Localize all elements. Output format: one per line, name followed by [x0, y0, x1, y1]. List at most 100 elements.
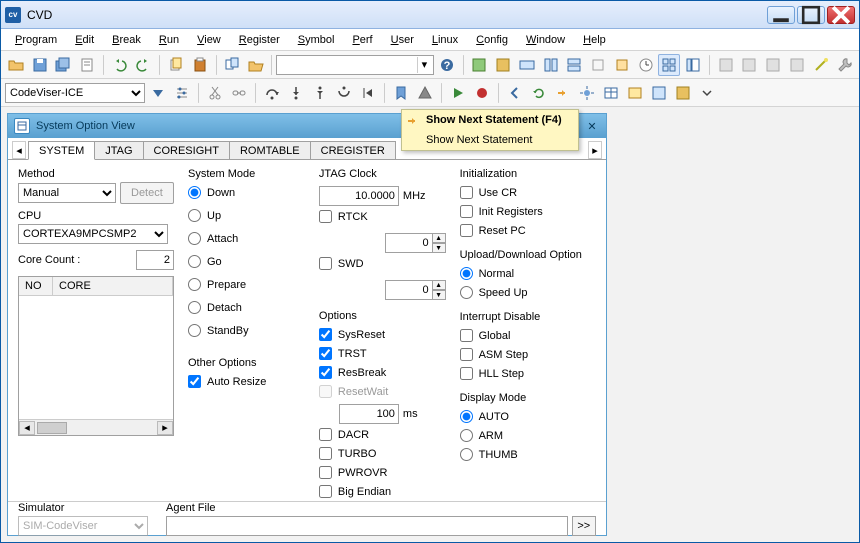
panel-close-icon[interactable]: ✕ — [584, 118, 600, 134]
wrench-icon[interactable] — [833, 54, 855, 76]
bigendian-check[interactable]: Big Endian — [319, 485, 446, 498]
sysmode-detach-radio[interactable]: Detach — [188, 301, 305, 314]
cpu-select[interactable]: CORTEXA9MPCSMP2 — [18, 224, 168, 244]
sysmode-down-radio[interactable]: Down — [188, 186, 305, 199]
auto-resize-check[interactable]: Auto Resize — [188, 375, 305, 388]
rtck-value[interactable] — [385, 233, 433, 253]
pwrovr-check[interactable]: PWROVR — [319, 466, 446, 479]
sysmode-up-radio[interactable]: Up — [188, 209, 305, 222]
usecr-check[interactable]: Use CR — [460, 186, 596, 199]
list-icon[interactable] — [624, 82, 646, 104]
down-arrow-icon[interactable] — [147, 82, 169, 104]
tab-romtable[interactable]: ROMTABLE — [229, 141, 311, 159]
folder-open-icon[interactable] — [245, 54, 267, 76]
module-icon-1[interactable] — [469, 54, 491, 76]
undo-icon[interactable] — [109, 54, 131, 76]
run-icon[interactable] — [447, 82, 469, 104]
simulator-select[interactable]: SIM-CodeViser — [18, 516, 148, 536]
resetpc-check[interactable]: Reset PC — [460, 224, 596, 237]
table-icon[interactable] — [600, 82, 622, 104]
step-icon-5[interactable] — [357, 82, 379, 104]
windows-icon[interactable] — [222, 54, 244, 76]
sysreset-check[interactable]: SysReset — [319, 328, 446, 341]
device-combo[interactable]: CodeViser-ICE — [5, 83, 145, 103]
menu-symbol[interactable]: Symbol — [290, 32, 343, 48]
agent-file-input[interactable] — [166, 516, 568, 536]
tab-cregister[interactable]: CREGISTER — [310, 141, 396, 159]
gray-icon-4[interactable] — [786, 54, 808, 76]
core-count-input[interactable] — [136, 250, 174, 270]
module-icon-4[interactable] — [540, 54, 562, 76]
method-select[interactable]: Manual — [18, 183, 116, 203]
nav-back-icon[interactable] — [504, 82, 526, 104]
copy-icon[interactable] — [165, 54, 187, 76]
module-icon-3[interactable] — [516, 54, 538, 76]
tab-coresight[interactable]: CORESIGHT — [143, 141, 230, 159]
swd-value[interactable] — [385, 280, 433, 300]
swd-spin-up[interactable]: ▲ — [432, 280, 446, 290]
dispmode-auto-radio[interactable]: AUTO — [460, 410, 596, 423]
dacr-check[interactable]: DACR — [319, 428, 446, 441]
grid-icon[interactable] — [658, 54, 680, 76]
saveall-icon[interactable] — [52, 54, 74, 76]
global-check[interactable]: Global — [460, 329, 596, 342]
hllstep-check[interactable]: HLL Step — [460, 367, 596, 380]
resetwait-value[interactable] — [339, 404, 399, 424]
resbreak-check[interactable]: ResBreak — [319, 366, 446, 379]
redo-icon[interactable] — [133, 54, 155, 76]
script-icon[interactable] — [76, 54, 98, 76]
save-icon[interactable] — [29, 54, 51, 76]
tool-icon-b[interactable] — [672, 82, 694, 104]
help-icon[interactable]: ? — [436, 54, 458, 76]
tune-icon[interactable] — [171, 82, 193, 104]
swd-spin-down[interactable]: ▼ — [432, 290, 446, 300]
tab-jtag[interactable]: JTAG — [94, 141, 143, 159]
core-table[interactable]: NO CORE ◂▸ — [18, 276, 174, 436]
step-out-icon[interactable] — [309, 82, 331, 104]
menu-help[interactable]: Help — [575, 32, 614, 48]
menu-run[interactable]: Run — [151, 32, 187, 48]
asmstep-check[interactable]: ASM Step — [460, 348, 596, 361]
step-icon-4[interactable] — [333, 82, 355, 104]
module-icon-2[interactable] — [492, 54, 514, 76]
hscrollbar[interactable]: ◂▸ — [19, 419, 173, 435]
warning-icon[interactable] — [414, 82, 436, 104]
tool-icon-a[interactable] — [648, 82, 670, 104]
sysmode-standby-radio[interactable]: StandBy — [188, 324, 305, 337]
step-over-icon[interactable] — [261, 82, 283, 104]
dispmode-thumb-radio[interactable]: THUMB — [460, 448, 596, 461]
initreg-check[interactable]: Init Registers — [460, 205, 596, 218]
sysmode-go-radio[interactable]: Go — [188, 255, 305, 268]
menu-linux[interactable]: Linux — [424, 32, 466, 48]
gray-icon-3[interactable] — [762, 54, 784, 76]
dispmode-arm-radio[interactable]: ARM — [460, 429, 596, 442]
normal-radio[interactable]: Normal — [460, 267, 596, 280]
combo-empty[interactable]: ▾ — [276, 55, 434, 75]
minimize-button[interactable] — [767, 6, 795, 24]
wand-icon[interactable] — [810, 54, 832, 76]
menu-perf[interactable]: Perf — [344, 32, 380, 48]
menu-break[interactable]: Break — [104, 32, 149, 48]
menu-user[interactable]: User — [383, 32, 422, 48]
columns-icon[interactable] — [682, 54, 704, 76]
stop-icon[interactable] — [471, 82, 493, 104]
swd-check[interactable]: SWD — [319, 257, 364, 270]
menu-program[interactable]: Program — [7, 32, 65, 48]
maximize-button[interactable] — [797, 6, 825, 24]
module-icon-7[interactable] — [611, 54, 633, 76]
tab-system[interactable]: SYSTEM — [28, 141, 95, 160]
module-icon-5[interactable] — [564, 54, 586, 76]
jtag-clock-input[interactable] — [319, 186, 399, 206]
resetwait-check[interactable]: ResetWait — [319, 385, 446, 398]
link-icon[interactable] — [228, 82, 250, 104]
menu-register[interactable]: Register — [231, 32, 288, 48]
rtck-spin-up[interactable]: ▲ — [432, 233, 446, 243]
module-icon-6[interactable] — [587, 54, 609, 76]
close-button[interactable] — [827, 6, 855, 24]
chevron-down-icon[interactable] — [696, 82, 718, 104]
sysmode-attach-radio[interactable]: Attach — [188, 232, 305, 245]
menu-edit[interactable]: Edit — [67, 32, 102, 48]
turbo-check[interactable]: TURBO — [319, 447, 446, 460]
agent-go-button[interactable]: >> — [572, 516, 596, 536]
menu-window[interactable]: Window — [518, 32, 573, 48]
